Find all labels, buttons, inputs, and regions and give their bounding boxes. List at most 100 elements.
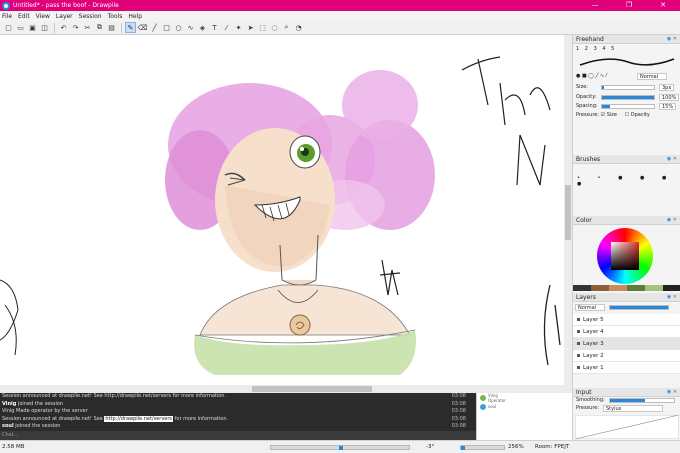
redo-icon[interactable]: ↷ [70, 22, 81, 33]
brush-presets[interactable]: • • ● ● ● ● [577, 175, 677, 187]
cut-icon[interactable]: ✂ [82, 22, 93, 33]
rect-icon[interactable]: □ [161, 22, 172, 33]
size-slider[interactable] [601, 85, 655, 90]
paste-icon[interactable]: ▤ [106, 22, 117, 33]
layer-item[interactable]: Layer 3 [573, 338, 680, 350]
layer-item[interactable]: Layer 4 [573, 326, 680, 338]
maximize-button[interactable]: ❐ [612, 0, 646, 11]
palette-strip[interactable] [573, 285, 680, 291]
brush-slot-1[interactable]: 1 [576, 46, 579, 52]
chat-input[interactable]: Chat... [0, 431, 476, 440]
dock-controls-icon[interactable]: ◉ ✕ [667, 216, 677, 225]
open-icon[interactable]: ▭ [15, 22, 26, 33]
smoothing-label: Smoothing: [576, 397, 605, 403]
menu-layer[interactable]: Layer [56, 13, 73, 20]
pressure-size-checkbox[interactable]: ☑ Size [601, 112, 617, 118]
visibility-icon[interactable] [577, 354, 580, 357]
brush-icon[interactable]: ✎ [125, 22, 136, 33]
ellipse-icon[interactable]: ○ [173, 22, 184, 33]
brush-slot-5[interactable]: 5 [611, 46, 614, 52]
brush-slot-2[interactable]: 2 [585, 46, 588, 52]
visibility-icon[interactable] [577, 366, 580, 369]
fill-icon[interactable]: ◈ [197, 22, 208, 33]
laser-icon[interactable]: ✦ [233, 22, 244, 33]
color-square[interactable] [611, 242, 639, 270]
menu-tools[interactable]: Tools [108, 13, 123, 20]
layer-item[interactable]: Layer 1 [573, 362, 680, 374]
picker-icon[interactable]: ⁄ [221, 22, 232, 33]
vscroll-thumb[interactable] [565, 185, 571, 240]
user-item[interactable]: Vinig Operator [477, 393, 572, 403]
vertical-scrollbar[interactable] [564, 35, 572, 393]
pressure-curve[interactable] [575, 415, 679, 439]
visibility-icon[interactable] [577, 342, 580, 345]
inspector-icon[interactable]: ◔ [293, 22, 304, 33]
brush-shape-row: ● ■ ◯ ╱ ∿ ⁄ [576, 73, 607, 80]
opacity-value[interactable]: 100% [659, 94, 680, 101]
save-icon[interactable]: ▣ [27, 22, 38, 33]
opacity-slider[interactable] [601, 95, 655, 100]
pressure-mode-label: Pressure: [576, 405, 600, 411]
spacing-value[interactable]: 15% [659, 103, 677, 110]
server-link[interactable]: http://drawpile.net/servers [104, 415, 174, 422]
undo-icon[interactable]: ↶ [58, 22, 69, 33]
avatar [480, 403, 486, 410]
smoothing-slider[interactable] [609, 398, 675, 403]
menu-file[interactable]: File [2, 13, 12, 20]
menu-view[interactable]: View [36, 13, 50, 20]
brush-slot-3[interactable]: 3 [594, 46, 597, 52]
zoom-value[interactable]: 256% [508, 444, 524, 450]
line-icon[interactable]: ╱ [149, 22, 160, 33]
new-icon[interactable]: ▢ [3, 22, 14, 33]
select-rect-icon[interactable]: ⬚ [257, 22, 268, 33]
close-button[interactable]: ✕ [646, 0, 680, 11]
chat-line: Session announced at drawpile.net! See h… [2, 415, 466, 422]
pressure-opacity-checkbox[interactable]: ☐ Opacity [625, 112, 650, 118]
user-item[interactable]: soul [477, 402, 572, 411]
layer-opacity-slider[interactable] [609, 305, 669, 310]
rotation-slider[interactable] [270, 445, 410, 450]
toolbar-separator [121, 22, 122, 33]
brush-preview [579, 58, 675, 66]
pressure-row: Pressure: ☑ Size ☐ Opacity [576, 112, 650, 118]
zoom-slider[interactable] [460, 445, 505, 450]
menu-help[interactable]: Help [128, 13, 142, 20]
menu-edit[interactable]: Edit [18, 13, 30, 20]
zoom-icon[interactable]: ⌕ [281, 22, 292, 33]
saveas-icon[interactable]: ◫ [39, 22, 50, 33]
layer-blend-select[interactable]: Normal [575, 304, 605, 311]
horizontal-scrollbar[interactable] [0, 385, 564, 393]
brush-slot-4[interactable]: 4 [602, 46, 605, 52]
layers-panel-header: Layers ◉ ✕ [573, 293, 680, 302]
menu-session[interactable]: Session [79, 13, 102, 20]
dock-controls-icon[interactable]: ◉ ✕ [667, 155, 677, 164]
dock-controls-icon[interactable]: ◉ ✕ [667, 35, 677, 44]
drawing-canvas[interactable] [0, 35, 564, 385]
round-brush-icon[interactable]: ● ■ ◯ ╱ ∿ ⁄ [576, 73, 607, 79]
visibility-icon[interactable] [577, 318, 580, 321]
layer-item[interactable]: Layer 5 [573, 314, 680, 326]
brush-slots: 1 2 3 4 5 [576, 46, 618, 53]
spacing-label: Spacing: [576, 103, 598, 109]
copy-icon[interactable]: ⧉ [94, 22, 105, 33]
blend-mode-select[interactable]: Normal [637, 73, 667, 80]
app-icon [2, 1, 10, 10]
rotation-value[interactable]: -3° [426, 444, 434, 450]
minimize-button[interactable]: — [578, 0, 612, 11]
move-icon[interactable]: ➤ [245, 22, 256, 33]
pressure-mode-select[interactable]: Stylus [603, 405, 663, 412]
eraser-icon[interactable]: ⌫ [137, 22, 148, 33]
dock-controls-icon[interactable]: ◉ ✕ [667, 388, 677, 397]
dock-controls-icon[interactable]: ◉ ✕ [667, 293, 677, 302]
visibility-icon[interactable] [577, 330, 580, 333]
menu-bar: File Edit View Layer Session Tools Help [0, 11, 680, 21]
select-free-icon[interactable]: ◌ [269, 22, 280, 33]
layer-item[interactable]: Layer 2 [573, 350, 680, 362]
size-value[interactable]: 3px [659, 84, 675, 91]
freehand-panel-header: Freehand ◉ ✕ [573, 35, 680, 44]
chat-log: Session announced at drawpile.net! See h… [0, 393, 476, 431]
text-icon[interactable]: T [209, 22, 220, 33]
spacing-slider[interactable] [601, 104, 655, 109]
hscroll-thumb[interactable] [252, 386, 372, 392]
bezier-icon[interactable]: ∿ [185, 22, 196, 33]
